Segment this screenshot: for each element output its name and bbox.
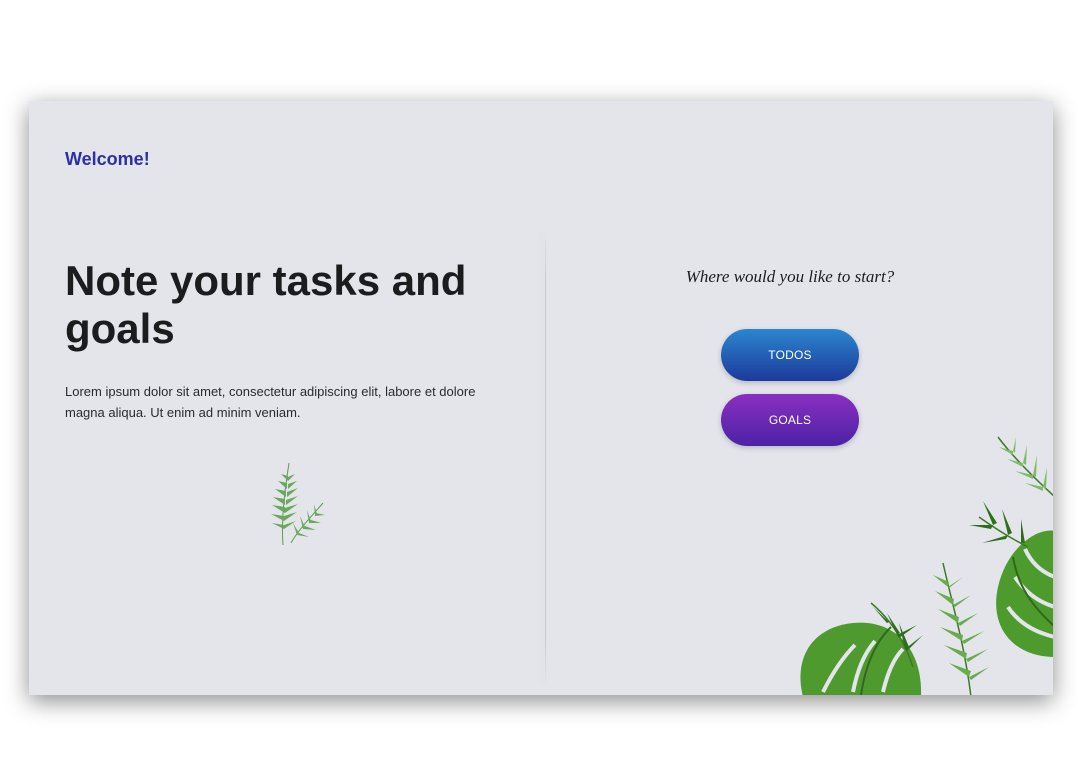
section-divider [545, 231, 546, 686]
tropical-leaves-illustration [800, 436, 1053, 695]
hero-section: Note your tasks and goals Lorem ipsum do… [65, 257, 515, 423]
start-prompt: Where would you like to start? [685, 267, 895, 286]
hero-headline: Note your tasks and goals [65, 257, 467, 352]
welcome-card: Welcome! Note your tasks and goals Lorem… [29, 101, 1053, 695]
palm-sprig-illustration [271, 462, 325, 546]
welcome-title: Welcome! [65, 149, 150, 169]
hero-description: Lorem ipsum dolor sit amet, consectetur … [65, 384, 476, 420]
todos-button[interactable]: TODOS [721, 329, 859, 381]
